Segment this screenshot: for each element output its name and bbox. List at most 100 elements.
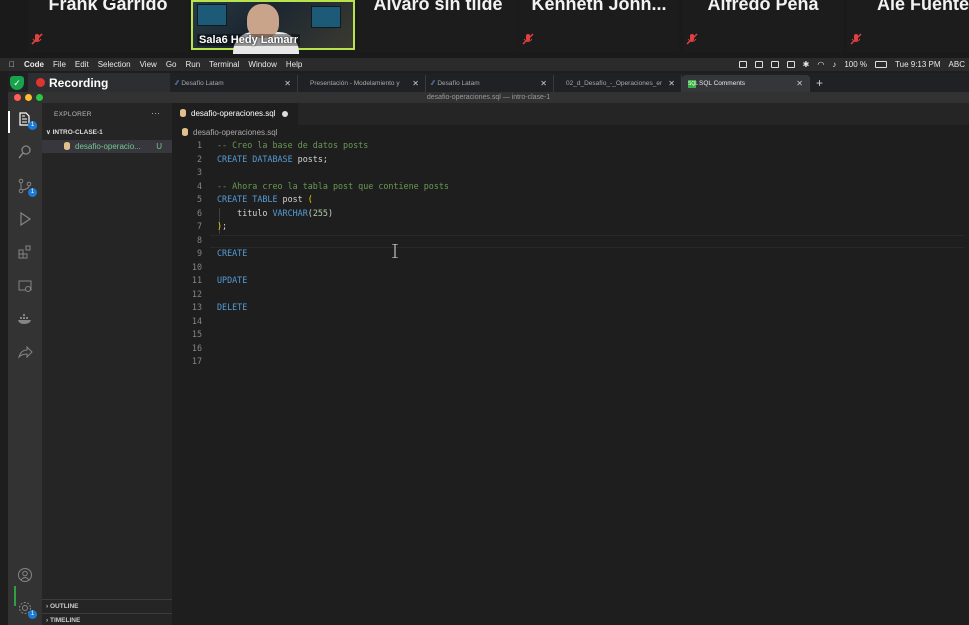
browser-tab[interactable]: ∕∕ Desafío Latam ✕ [170, 75, 298, 92]
menu-terminal[interactable]: Terminal [209, 60, 239, 69]
sql-favicon-icon: SQL [688, 79, 699, 88]
window-minimize-button[interactable] [25, 94, 32, 101]
menubar-clock[interactable]: Tue 9:13 PM [895, 60, 941, 69]
file-name: desafio-operacio... [75, 142, 141, 151]
new-tab-button[interactable]: + [816, 75, 823, 92]
mic-muted-icon [522, 33, 534, 45]
wifi-icon[interactable]: ◠ [817, 60, 824, 69]
participant-name: Kenneth John... [531, 0, 667, 14]
browser-tab[interactable]: 02_d_Desafío_-_Operaciones_en ✕ [554, 75, 682, 92]
sql-keyword: DELETE [217, 302, 248, 312]
tab-close-icon[interactable]: ✕ [668, 79, 675, 88]
menu-edit[interactable]: Edit [75, 60, 89, 69]
tab-close-icon[interactable]: ✕ [284, 79, 291, 88]
participant-name: Alfredo Peña [707, 0, 819, 14]
recording-indicator[interactable]: Recording [28, 73, 170, 92]
text-cursor-icon [392, 244, 398, 258]
tab-close-icon[interactable]: ✕ [796, 79, 803, 88]
tab-close-icon[interactable]: ✕ [540, 79, 547, 88]
menu-app-name[interactable]: Code [24, 60, 44, 69]
explorer-title: EXPLORER [54, 111, 92, 118]
status-strip [14, 586, 16, 606]
database-file-icon [182, 128, 188, 136]
line-number: 15 [191, 329, 202, 339]
code-line-11: UPDATE [217, 275, 247, 285]
sql-keyword: CREATE DATABASE [217, 153, 293, 164]
participant-tile[interactable]: Ale Fuente [847, 0, 969, 52]
explorer-file-item[interactable]: desafio-operacio... U [42, 140, 172, 153]
browser-tab[interactable]: Presentación - Modelamiento y ✕ [298, 75, 426, 92]
chevron-down-icon: ∨ [46, 129, 51, 136]
line-number: 7 [196, 221, 202, 231]
tab-favicon-icon: ∕∕ [432, 80, 435, 87]
participant-tile[interactable]: Frank Garrido [28, 0, 188, 52]
input-source[interactable]: ABC [949, 60, 965, 69]
sql-comment: -- Creo la base de datos posts [217, 140, 369, 150]
window-zoom-button[interactable] [36, 94, 43, 101]
line-number: 16 [191, 342, 202, 353]
tray-app-icon[interactable] [754, 61, 763, 68]
window-close-button[interactable] [14, 94, 21, 101]
workspace-folder[interactable]: ∨ INTRO-CLASE-1 [46, 128, 103, 136]
unsaved-dot-icon[interactable] [282, 111, 288, 117]
battery-icon[interactable] [875, 61, 888, 68]
timeline-section[interactable]: › TIMELINE [42, 613, 172, 625]
participant-name: Alvaro sin tilde [373, 0, 503, 14]
menu-window[interactable]: Window [248, 60, 276, 69]
live-share-icon[interactable] [17, 345, 33, 361]
menu-view[interactable]: View [140, 60, 157, 69]
search-icon[interactable] [17, 144, 33, 160]
sql-keyword: CREATE [217, 248, 248, 258]
tab-close-icon[interactable]: ✕ [412, 79, 419, 88]
breadcrumb[interactable]: desafio-operaciones.sql [182, 128, 278, 137]
macos-menu-bar:  Code File Edit Selection View Go Run T… [0, 58, 969, 71]
line-number: 8 [196, 234, 202, 245]
tab-title: SQL Comments [699, 80, 745, 87]
editor-tab[interactable]: desafio-operaciones.sql [172, 103, 298, 125]
code-line-1: -- Creo la base de datos posts [217, 140, 368, 150]
outline-section[interactable]: › OUTLINE [42, 599, 172, 613]
participant-video-tile[interactable]: Sala6 Hedy Lamarr [191, 0, 355, 54]
account-icon[interactable] [17, 567, 33, 583]
apple-menu-icon[interactable]:  [9, 60, 15, 69]
shield-icon[interactable]: ✓ [10, 76, 24, 90]
section-label: TIMELINE [49, 617, 81, 624]
tray-app-icon[interactable] [738, 61, 747, 68]
participant-tile[interactable]: Alfredo Peña [683, 0, 843, 52]
tray-app-icon[interactable] [786, 61, 795, 68]
bluetooth-icon[interactable]: ✱ [803, 60, 810, 69]
line-number: 12 [191, 288, 202, 299]
extensions-icon[interactable] [17, 244, 33, 260]
sql-text: post [277, 194, 308, 204]
menu-help[interactable]: Help [286, 60, 302, 69]
participant-tile[interactable]: Kenneth John... [519, 0, 679, 52]
menu-file[interactable]: File [53, 60, 66, 69]
activity-bar: 1 1 1 [8, 103, 42, 625]
browser-tab-active[interactable]: SQL SQL Comments ✕ [682, 75, 810, 92]
window-title: desafio-operaciones.sql — intro-clase-1 [426, 94, 551, 101]
vscode-title-bar: desafio-operaciones.sql — intro-clase-1 [8, 92, 969, 103]
tray-app-icon[interactable] [770, 61, 779, 68]
volume-icon[interactable]: ♪ [832, 60, 836, 69]
menu-go[interactable]: Go [166, 60, 177, 69]
menu-run[interactable]: Run [185, 60, 200, 69]
code-line-6: titulo VARCHAR(255) [217, 208, 333, 218]
remote-explorer-icon[interactable] [17, 278, 33, 294]
run-debug-icon[interactable] [17, 211, 33, 227]
settings-gear-icon[interactable]: 1 [17, 600, 37, 619]
breadcrumb-file: desafio-operaciones.sql [193, 128, 278, 137]
sql-text: titulo [217, 207, 273, 218]
explorer-more-actions[interactable]: ··· [151, 108, 160, 118]
participant-tile[interactable]: Alvaro sin tilde [358, 0, 518, 52]
chevron-right-icon: › [46, 617, 49, 624]
menu-selection[interactable]: Selection [98, 60, 131, 69]
browser-tab[interactable]: ∕∕ Desafío Latam ✕ [426, 75, 554, 92]
source-control-icon[interactable]: 1 [17, 178, 37, 197]
line-number: 11 [191, 275, 202, 285]
explorer-icon[interactable]: 1 [17, 111, 37, 130]
line-number: 4 [196, 180, 202, 191]
docker-icon[interactable] [17, 311, 33, 327]
current-line-highlight [210, 235, 965, 248]
battery-label[interactable]: 100 % [844, 60, 867, 69]
record-icon [36, 78, 45, 87]
